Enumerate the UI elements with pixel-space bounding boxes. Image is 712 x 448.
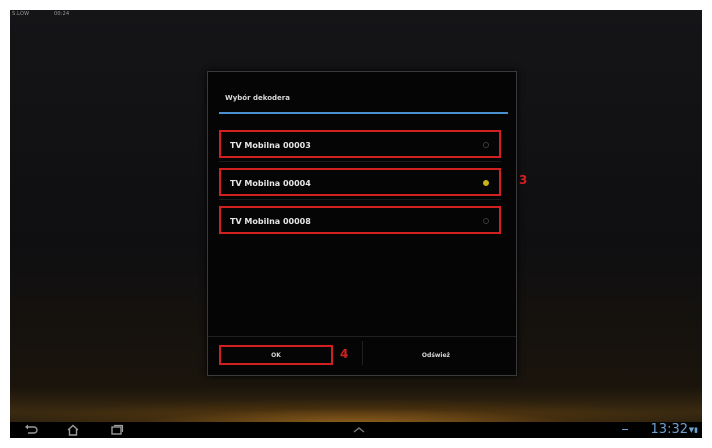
annotation-marker-4: 4: [340, 347, 349, 361]
option-divider: [219, 199, 501, 200]
option-decoder-00004[interactable]: TV Mobilna 00004: [219, 168, 501, 196]
back-icon[interactable]: [24, 424, 38, 436]
clock-time[interactable]: 13:32: [651, 422, 688, 438]
option-label: TV Mobilna 00008: [230, 217, 311, 226]
status-text-left: S.LOW: [12, 11, 30, 17]
dialog-title: Wybór dekodera: [225, 94, 290, 102]
signal-icon: ▼▮: [688, 426, 698, 434]
option-label: TV Mobilna 00004: [230, 179, 311, 188]
annotation-marker-3: 3: [519, 173, 528, 187]
option-label: TV Mobilna 00003: [230, 141, 311, 150]
status-bar: S.LOW 00:24: [10, 10, 702, 20]
dialog-button-bar: OK 4 Odśwież: [208, 336, 516, 367]
option-decoder-00003[interactable]: TV Mobilna 00003: [219, 130, 501, 158]
recent-apps-icon[interactable]: [110, 424, 124, 436]
chevron-up-icon[interactable]: [352, 424, 366, 436]
notification-dash: [622, 429, 628, 430]
ok-button[interactable]: OK: [219, 345, 333, 365]
screenshot-frame: S.LOW 00:24 Wybór dekodera TV Mobilna 00…: [0, 0, 712, 448]
option-divider: [219, 161, 501, 162]
navigation-bar: 13:32 ▼▮: [10, 422, 702, 438]
tablet-screen: S.LOW 00:24 Wybór dekodera TV Mobilna 00…: [10, 10, 702, 438]
radio-button-icon[interactable]: [483, 218, 489, 224]
radio-selected-icon[interactable]: [483, 180, 489, 186]
refresh-button[interactable]: Odśwież: [362, 345, 510, 365]
title-divider: [219, 112, 508, 114]
home-icon[interactable]: [66, 424, 80, 436]
option-decoder-00008[interactable]: TV Mobilna 00008: [219, 206, 501, 234]
decoder-dialog: Wybór dekodera TV Mobilna 00003 TV Mobil…: [207, 71, 527, 376]
bottom-glow: [10, 400, 702, 424]
radio-button-icon[interactable]: [483, 142, 489, 148]
status-text-time: 00:24: [54, 11, 70, 17]
